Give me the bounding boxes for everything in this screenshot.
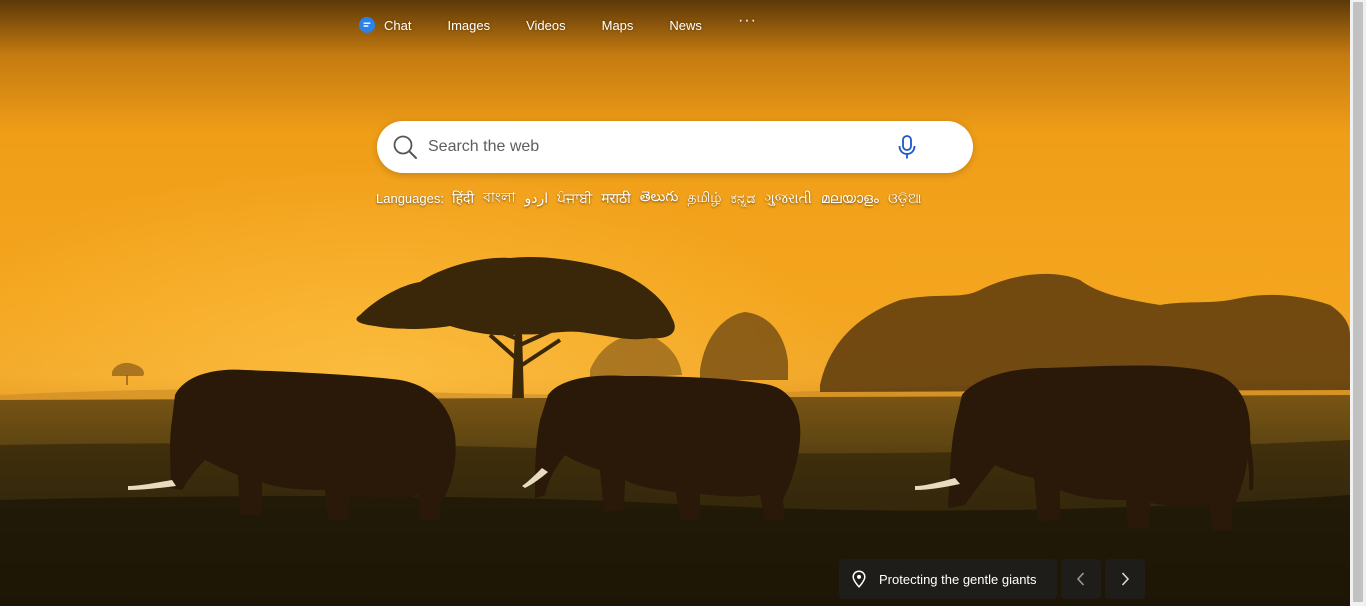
more-menu-button[interactable]: ··· — [738, 13, 757, 29]
language-link-odia[interactable]: ଓଡ଼ିଆ — [888, 190, 922, 207]
language-link-telugu[interactable]: తెలుగు — [640, 188, 679, 208]
nav-images[interactable]: Images — [447, 18, 490, 33]
language-link-bangla[interactable]: বাংলা — [483, 186, 515, 210]
image-caption[interactable]: Protecting the gentle giants — [839, 559, 1057, 599]
language-link-gujarati[interactable]: ગુજરાતી — [764, 190, 811, 207]
microphone-icon[interactable] — [895, 134, 919, 160]
nav-news-label: News — [669, 17, 702, 33]
location-pin-icon — [852, 570, 866, 588]
language-link-kannada[interactable]: ಕನ್ನಡ — [731, 190, 756, 207]
nav-maps-label: Maps — [601, 17, 634, 33]
image-caption-text: Protecting the gentle giants — [879, 571, 1037, 587]
language-link-hindi[interactable]: हिंदी — [452, 189, 474, 208]
search-icon — [393, 135, 417, 159]
languages-label: Languages: — [376, 190, 444, 206]
language-link-tamil[interactable]: தமிழ் — [687, 189, 721, 208]
language-link-punjabi[interactable]: ਪੰਜਾਬੀ — [557, 190, 592, 207]
search-box — [377, 121, 973, 173]
language-link-malayalam[interactable]: മലയാളം — [821, 190, 879, 207]
previous-image-button[interactable] — [1061, 559, 1101, 599]
next-image-button[interactable] — [1105, 559, 1145, 599]
search-input[interactable] — [426, 131, 890, 163]
nav-images-label: Images — [447, 17, 491, 33]
background-image — [0, 0, 1350, 606]
top-navigation: Chat Images Videos Maps News ··· — [358, 12, 757, 38]
nav-videos-label: Videos — [526, 17, 566, 33]
chevron-right-icon — [1121, 572, 1130, 586]
nav-chat-label: Chat — [384, 17, 412, 33]
nav-maps[interactable]: Maps — [602, 18, 634, 33]
nav-chat[interactable]: Chat — [358, 16, 411, 34]
nav-news[interactable]: News — [669, 18, 702, 33]
scrollbar-thumb[interactable] — [1353, 2, 1363, 602]
languages-bar: Languages: हिंदी বাংলা اردو ਪੰਜਾਬੀ मराठी… — [376, 186, 931, 210]
language-link-urdu[interactable]: اردو — [524, 190, 548, 207]
chat-icon — [359, 17, 375, 33]
page-viewport: Chat Images Videos Maps News ··· Languag… — [0, 0, 1350, 606]
chevron-left-icon — [1076, 572, 1085, 586]
language-link-marathi[interactable]: मराठी — [601, 189, 630, 208]
nav-videos[interactable]: Videos — [526, 18, 566, 33]
vertical-scrollbar[interactable] — [1350, 0, 1366, 606]
